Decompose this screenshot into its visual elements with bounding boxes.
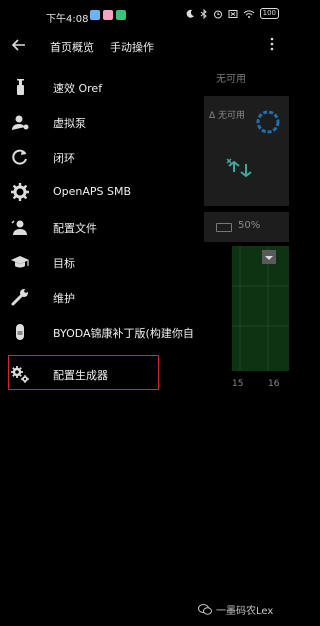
tab-overview[interactable]: 首页概览 — [50, 39, 94, 55]
bg-delta-label: Δ 无可用 — [209, 111, 246, 121]
sync-arrows-icon — [226, 158, 252, 178]
menu-item-label: BYODA锦康补丁版(构建你自 — [53, 327, 194, 340]
menu-item-label: 维护 — [53, 292, 75, 305]
notification-app-icon — [103, 10, 113, 20]
watermark-text: 一墨码农Lex — [216, 606, 274, 617]
app-header: 首页概览 手动操作 — [0, 32, 289, 64]
menu-item-virtual-pump[interactable]: 虚拟泵 — [0, 105, 204, 139]
byoda-icon — [16, 324, 24, 340]
notification-app-icon — [90, 10, 100, 20]
status-time: 下午4:08 — [46, 14, 89, 25]
highlight-annotation-box — [8, 355, 159, 390]
menu-item-label: 配置文件 — [53, 222, 97, 235]
wechat-icon — [198, 604, 212, 615]
alarm-icon — [213, 10, 222, 18]
watermark: 一墨码农Lex — [198, 602, 273, 617]
graduation-cap-icon — [11, 256, 29, 268]
chevron-down-icon — [265, 256, 273, 260]
menu-item-label: 目标 — [53, 257, 75, 270]
bg-unavailable-label: 无可用 — [216, 74, 246, 85]
status-bar: 下午4:08 100 — [0, 0, 289, 32]
bg-battery-pct: 50% — [238, 220, 261, 231]
virtual-pump-icon — [12, 115, 29, 130]
profile-icon — [11, 220, 27, 235]
chart-dropdown-button[interactable] — [262, 250, 276, 264]
battery-indicator: 100 — [259, 8, 279, 19]
bg-chart-grid — [232, 246, 289, 371]
system-status-icons: 100 — [185, 8, 279, 19]
loop-icon — [12, 149, 27, 165]
wifi-icon — [243, 9, 254, 18]
bg-axis-label: 15 — [232, 379, 244, 389]
bluetooth-icon — [200, 8, 207, 19]
menu-item-byoda[interactable]: BYODA锦康补丁版(构建你自 — [0, 315, 204, 349]
wrench-icon — [11, 289, 28, 306]
insulin-pen-icon — [17, 79, 24, 95]
tab-manual-actions[interactable]: 手动操作 — [110, 39, 154, 55]
loading-ring-icon — [256, 110, 280, 134]
menu-item-maintenance[interactable]: 维护 — [0, 280, 204, 314]
menu-item-oref[interactable]: 速效 Oref — [0, 70, 204, 104]
notification-app-icon — [116, 10, 126, 20]
moon-icon — [186, 9, 194, 18]
menu-item-label: 速效 Oref — [53, 82, 103, 95]
menu-item-label: 闭环 — [53, 152, 75, 165]
more-menu-icon[interactable] — [270, 36, 274, 52]
back-arrow-icon[interactable] — [10, 36, 28, 54]
sim-off-icon — [228, 9, 238, 18]
navigation-drawer: 速效 Oref 虚拟泵 闭环 OpenAPS SMB 配置文件 目标 维护 BY… — [0, 62, 204, 402]
menu-item-label: 虚拟泵 — [53, 117, 86, 130]
menu-item-label: OpenAPS SMB — [53, 185, 132, 198]
battery-outline-icon — [216, 223, 232, 232]
menu-item-objectives[interactable]: 目标 — [0, 245, 204, 279]
notification-icons — [90, 10, 126, 20]
gear-icon — [11, 183, 29, 201]
menu-item-openaps-smb[interactable]: OpenAPS SMB — [0, 175, 204, 209]
menu-item-profile[interactable]: 配置文件 — [0, 210, 204, 244]
bg-axis-label: 16 — [268, 379, 280, 389]
menu-item-loop[interactable]: 闭环 — [0, 140, 204, 174]
